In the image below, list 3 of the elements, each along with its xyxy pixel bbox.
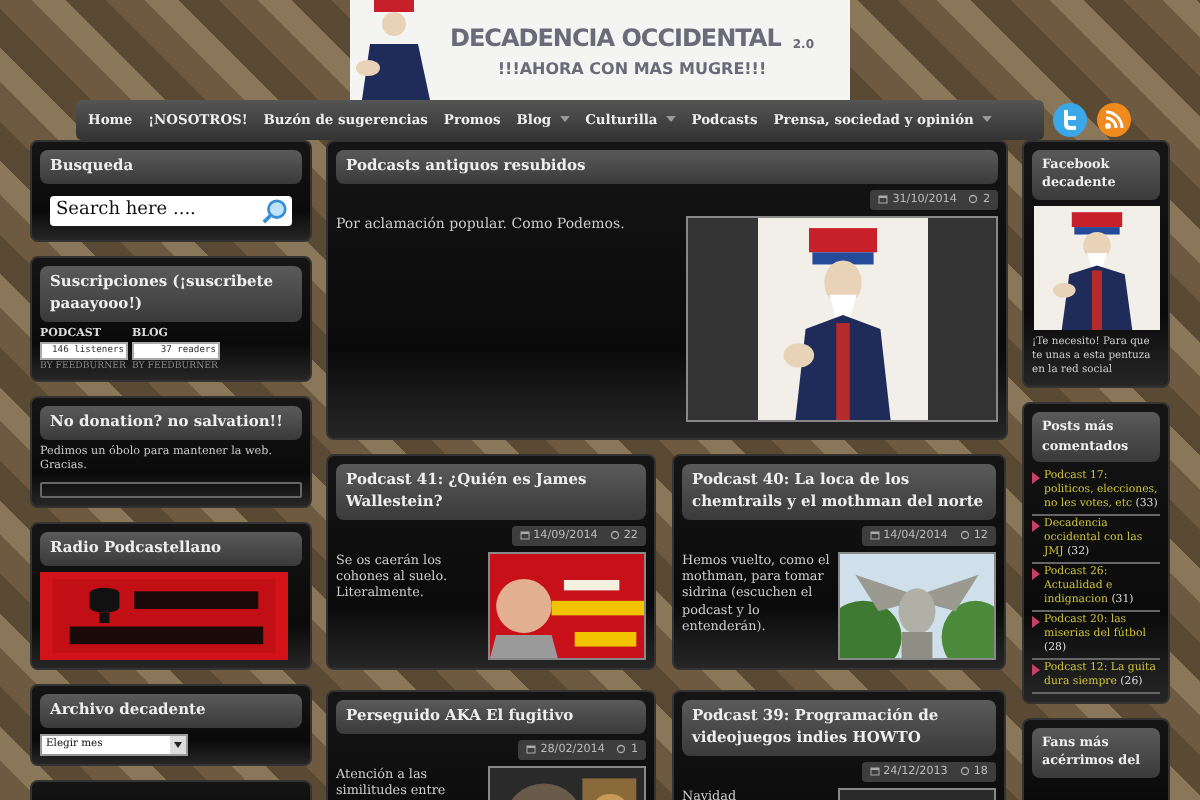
search-field[interactable]: Search here .... bbox=[50, 195, 292, 226]
site-tagline: !!!AHORA CON MAS MUGRE!!! bbox=[497, 59, 767, 77]
site-title: DECADENCIA OCCIDENTAL bbox=[450, 23, 781, 51]
